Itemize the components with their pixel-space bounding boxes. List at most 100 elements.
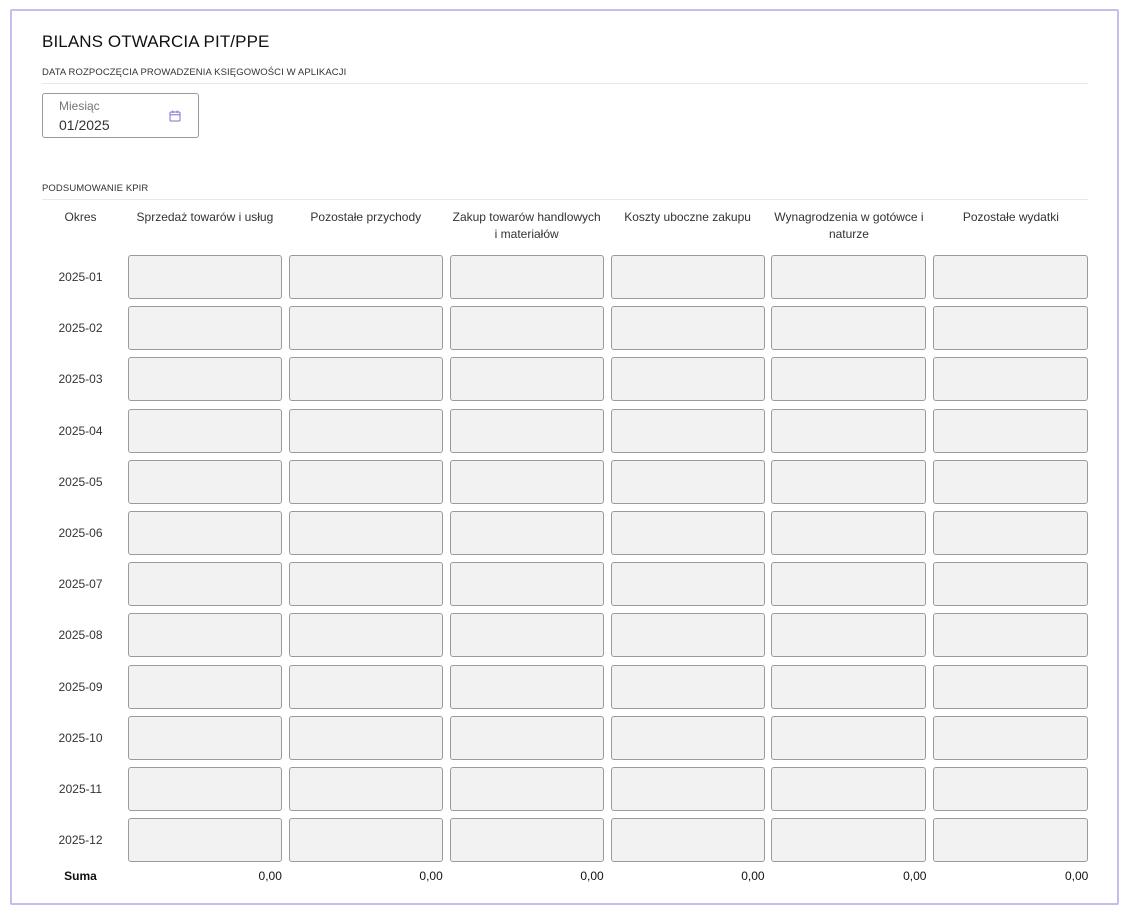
- amount-input[interactable]: [449, 613, 604, 658]
- amount-input[interactable]: [449, 459, 604, 504]
- amount-input[interactable]: [449, 255, 604, 299]
- sum-row-label: Suma: [64, 869, 97, 884]
- amount-input[interactable]: [933, 766, 1089, 811]
- amount-input[interactable]: [127, 613, 282, 658]
- period-label: 2025-11: [58, 781, 103, 796]
- amount-input[interactable]: [449, 357, 604, 402]
- amount-input[interactable]: [771, 613, 927, 658]
- amount-input[interactable]: [771, 255, 927, 299]
- column-header: Wynagrodzenia w gotówce i naturze: [774, 210, 924, 241]
- amount-input[interactable]: [933, 408, 1089, 453]
- amount-input[interactable]: [288, 459, 443, 504]
- amount-input[interactable]: [288, 357, 443, 402]
- amount-input[interactable]: [127, 818, 282, 863]
- amount-input[interactable]: [127, 255, 282, 299]
- amount-input[interactable]: [610, 510, 765, 555]
- amount-input[interactable]: [610, 306, 765, 351]
- amount-input[interactable]: [288, 306, 443, 351]
- amount-input[interactable]: [771, 510, 927, 555]
- amount-input[interactable]: [449, 562, 604, 607]
- period-label: 2025-07: [58, 577, 103, 592]
- amount-input[interactable]: [610, 357, 765, 402]
- period-label: 2025-06: [58, 525, 103, 540]
- amount-input[interactable]: [127, 408, 282, 453]
- amount-input[interactable]: [933, 715, 1089, 760]
- amount-input[interactable]: [771, 408, 927, 453]
- amount-input[interactable]: [610, 818, 765, 863]
- amount-input[interactable]: [771, 306, 927, 351]
- period-label: 2025-04: [58, 423, 103, 438]
- amount-input[interactable]: [771, 818, 927, 863]
- amount-input[interactable]: [933, 664, 1089, 709]
- amount-input[interactable]: [288, 562, 443, 607]
- period-label: 2025-03: [58, 372, 103, 387]
- kpir-summary-section-label: PODSUMOWANIE KPIR: [42, 183, 149, 194]
- period-label: 2025-12: [58, 833, 103, 848]
- sum-value: 0,00: [1064, 869, 1089, 884]
- amount-input[interactable]: [933, 510, 1089, 555]
- amount-input[interactable]: [127, 562, 282, 607]
- amount-input[interactable]: [127, 715, 282, 760]
- amount-input[interactable]: [449, 510, 604, 555]
- amount-input[interactable]: [933, 562, 1089, 607]
- amount-input[interactable]: [610, 715, 765, 760]
- amount-input[interactable]: [288, 255, 443, 299]
- column-header: Zakup towarów handlowych i materiałów: [452, 210, 601, 241]
- amount-input[interactable]: [127, 459, 282, 504]
- amount-input[interactable]: [127, 664, 282, 709]
- amount-input[interactable]: [933, 255, 1089, 299]
- amount-input[interactable]: [449, 408, 604, 453]
- amount-input[interactable]: [933, 818, 1089, 863]
- amount-input[interactable]: [610, 613, 765, 658]
- period-label: 2025-02: [58, 321, 103, 336]
- amount-input[interactable]: [449, 306, 604, 351]
- sum-value: 0,00: [419, 869, 443, 884]
- amount-input[interactable]: [288, 818, 443, 863]
- amount-input[interactable]: [288, 510, 443, 555]
- amount-input[interactable]: [933, 306, 1089, 351]
- amount-input[interactable]: [127, 766, 282, 811]
- start-date-divider: [42, 83, 1088, 84]
- amount-input[interactable]: [288, 766, 443, 811]
- amount-input[interactable]: [771, 357, 927, 402]
- amount-input[interactable]: [127, 510, 282, 555]
- amount-input[interactable]: [449, 664, 604, 709]
- amount-input[interactable]: [933, 613, 1089, 658]
- column-header-period: Okres: [64, 210, 97, 224]
- amount-input[interactable]: [449, 766, 604, 811]
- amount-input[interactable]: [449, 818, 604, 863]
- amount-input[interactable]: [610, 766, 765, 811]
- amount-input[interactable]: [127, 357, 282, 402]
- amount-input[interactable]: [933, 357, 1089, 402]
- column-header: Sprzedaż towarów i usług: [136, 210, 274, 224]
- period-label: 2025-01: [58, 270, 103, 284]
- page-frame: BILANS OTWARCIA PIT/PPE DATA ROZPOCZĘCIA…: [10, 9, 1119, 905]
- amount-input[interactable]: [288, 664, 443, 709]
- amount-input[interactable]: [771, 664, 927, 709]
- amount-input[interactable]: [288, 408, 443, 453]
- amount-input[interactable]: [771, 766, 927, 811]
- column-header: Pozostałe przychody: [310, 210, 422, 224]
- month-picker-field[interactable]: Miesiąc 01/2025: [42, 93, 199, 138]
- amount-input[interactable]: [610, 459, 765, 504]
- amount-input[interactable]: [127, 306, 282, 351]
- kpir-summary-divider: [42, 199, 1088, 200]
- amount-input[interactable]: [610, 255, 765, 299]
- amount-input[interactable]: [610, 408, 765, 453]
- month-field-value[interactable]: 01/2025: [59, 117, 110, 133]
- calendar-icon[interactable]: [169, 110, 181, 122]
- amount-input[interactable]: [288, 715, 443, 760]
- sum-value: 0,00: [903, 869, 927, 884]
- amount-input[interactable]: [610, 562, 765, 607]
- amount-input[interactable]: [771, 562, 927, 607]
- amount-input[interactable]: [771, 459, 927, 504]
- amount-input[interactable]: [610, 664, 765, 709]
- page-title: BILANS OTWARCIA PIT/PPE: [42, 32, 270, 51]
- amount-input[interactable]: [449, 715, 604, 760]
- amount-input[interactable]: [933, 459, 1089, 504]
- amount-input[interactable]: [288, 613, 443, 658]
- sum-value: 0,00: [258, 869, 282, 884]
- sum-value: 0,00: [741, 869, 765, 884]
- amount-input[interactable]: [771, 715, 927, 760]
- month-field-label: Miesiąc: [59, 99, 100, 113]
